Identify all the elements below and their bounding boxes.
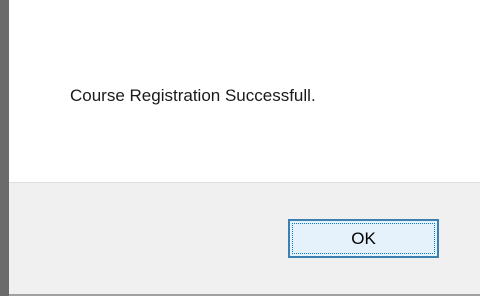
dialog-button-bar: OK (9, 182, 480, 296)
ok-button[interactable]: OK (288, 219, 439, 258)
window-left-border (0, 0, 9, 296)
dialog-message: Course Registration Successfull. (70, 86, 316, 105)
message-dialog: Course Registration Successfull. OK (0, 0, 480, 296)
dialog-content-area: Course Registration Successfull. (9, 0, 480, 182)
